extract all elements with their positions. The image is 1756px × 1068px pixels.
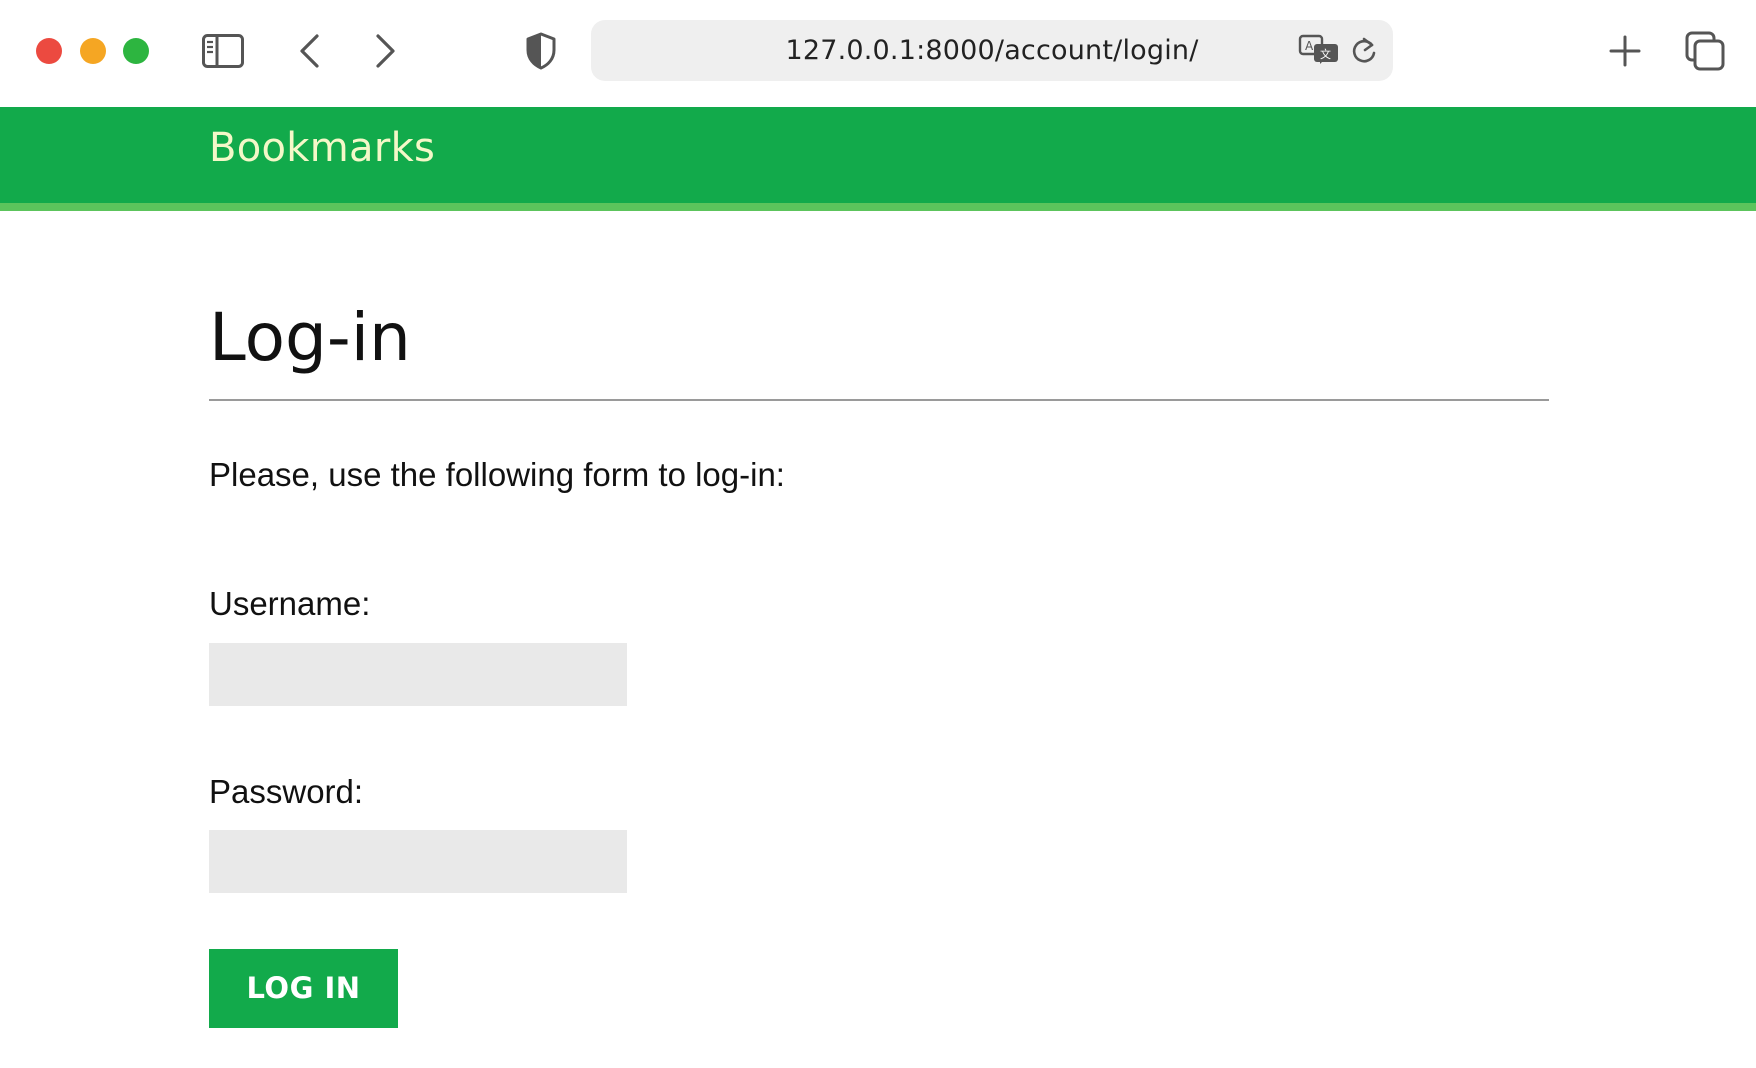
address-url[interactable]: 127.0.0.1:8000/account/login/: [591, 20, 1393, 81]
username-label: Username:: [209, 585, 371, 623]
site-logo[interactable]: Bookmarks: [209, 125, 435, 171]
address-bar[interactable]: 127.0.0.1:8000/account/login/ A 文: [591, 20, 1393, 81]
plus-icon: [1609, 35, 1641, 67]
translate-button[interactable]: A 文: [1297, 32, 1341, 68]
login-instructions: Please, use the following form to log-in…: [209, 456, 785, 493]
password-input[interactable]: [209, 829, 627, 893]
password-label: Password:: [209, 772, 364, 810]
privacy-report-button[interactable]: [521, 28, 561, 74]
maximize-window-button[interactable]: [123, 38, 149, 64]
minimize-window-button[interactable]: [80, 38, 106, 64]
reload-button[interactable]: [1347, 33, 1381, 69]
forward-button[interactable]: [369, 28, 403, 74]
site-header: Bookmarks: [0, 107, 1756, 211]
username-input[interactable]: [209, 642, 627, 706]
login-button[interactable]: LOG IN: [209, 948, 398, 1028]
svg-text:文: 文: [1320, 47, 1331, 61]
page-title: Log-in: [209, 299, 411, 376]
chevron-right-icon: [376, 34, 395, 68]
login-form: Username: Password: LOG IN: [209, 585, 1549, 1028]
chevron-left-icon: [300, 34, 319, 68]
sidebar-toggle-button[interactable]: [200, 28, 246, 74]
sidebar-icon: [202, 34, 244, 68]
svg-text:A: A: [1305, 39, 1314, 53]
login-page: Log-in Please, use the following form to…: [209, 211, 1549, 1028]
close-window-button[interactable]: [36, 38, 62, 64]
title-divider: [209, 399, 1549, 401]
back-button[interactable]: [292, 28, 326, 74]
tab-overview-button[interactable]: [1682, 28, 1728, 74]
tabs-overview-icon: [1685, 31, 1725, 71]
new-tab-button[interactable]: [1604, 28, 1646, 74]
translate-icon: A 文: [1298, 34, 1338, 64]
browser-toolbar: 127.0.0.1:8000/account/login/ A 文: [0, 0, 1756, 107]
shield-icon: [526, 32, 556, 70]
reload-icon: [1352, 37, 1376, 63]
